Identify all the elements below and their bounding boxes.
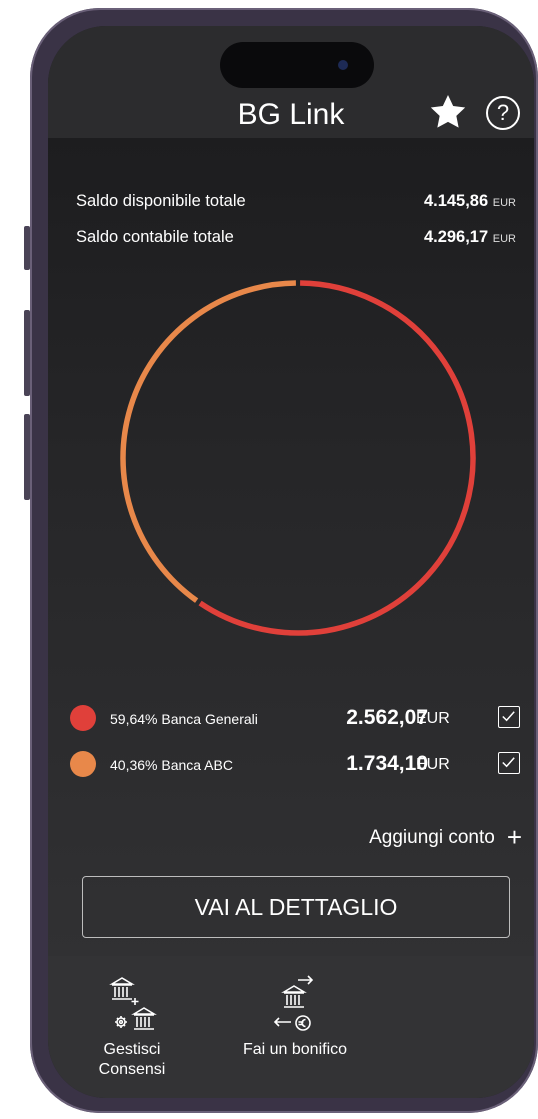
dynamic-island	[220, 42, 374, 88]
currency-label: EUR	[492, 233, 516, 245]
account-checkbox[interactable]	[498, 706, 520, 728]
available-balance-row: Saldo disponibile totale 4.145,86 EUR	[76, 192, 516, 216]
phone-side-button	[24, 310, 30, 396]
legend-label: 40,36% Banca ABC	[110, 757, 233, 773]
plus-icon: +	[506, 822, 522, 852]
tab-make-transfer[interactable]: Fai un bonifico	[220, 956, 370, 1060]
legend-row-banca-abc: 40,36% Banca ABC 1.734,10 EUR	[68, 750, 524, 780]
accounting-balance-row: Saldo contabile totale 4.296,17 EUR	[76, 228, 516, 252]
detail-button[interactable]: VAI AL DETTAGLIO	[82, 876, 510, 938]
add-account-button[interactable]: Aggiungi conto +	[369, 822, 522, 853]
accounting-balance-value: 4.296,17 EUR	[423, 228, 516, 246]
accounting-balance-label: Saldo contabile totale	[76, 228, 234, 246]
star-icon[interactable]	[428, 92, 468, 132]
tab-label: Consensi	[98, 1061, 166, 1078]
main-content: Saldo disponibile totale 4.145,86 EUR Sa…	[48, 138, 534, 956]
tab-manage-consents[interactable]: Gestisci Consensi	[72, 956, 192, 1080]
camera-icon	[338, 60, 348, 70]
donut-slice-banca-generali	[198, 280, 476, 636]
available-balance-value: 4.145,86 EUR	[423, 192, 516, 210]
legend-label: 59,64% Banca Generali	[110, 711, 258, 727]
tab-label: Fai un bonifico	[242, 1041, 348, 1058]
phone-side-button	[24, 414, 30, 500]
bank-settings-icon	[109, 977, 157, 1030]
bottom-tab-bar: Gestisci Consensi Fai un bonifico	[48, 956, 534, 1098]
available-balance-label: Saldo disponibile totale	[76, 192, 246, 210]
question-circle-icon[interactable]: ?	[486, 96, 520, 130]
app-header: BG Link ?	[48, 26, 534, 138]
legend-dot	[70, 705, 96, 731]
legend-dot	[70, 751, 96, 777]
checkmark-icon	[502, 757, 515, 768]
checkmark-icon	[502, 711, 515, 722]
donut-slice-banca-abc	[120, 280, 296, 603]
tab-label: Gestisci	[103, 1041, 161, 1058]
app-screen: BG Link ? Saldo disponibile totale 4.145…	[48, 26, 534, 1098]
legend-row-banca-generali: 59,64% Banca Generali 2.562,07 EUR	[68, 704, 524, 734]
currency-label: EUR	[492, 197, 516, 209]
account-checkbox[interactable]	[498, 752, 520, 774]
legend-currency: EUR	[416, 756, 450, 773]
legend-currency: EUR	[416, 710, 450, 727]
bank-transfer-euro-icon	[273, 975, 314, 1031]
balance-donut-chart	[120, 280, 476, 636]
add-account-label: Aggiungi conto	[369, 827, 495, 848]
phone-side-button	[24, 226, 30, 270]
